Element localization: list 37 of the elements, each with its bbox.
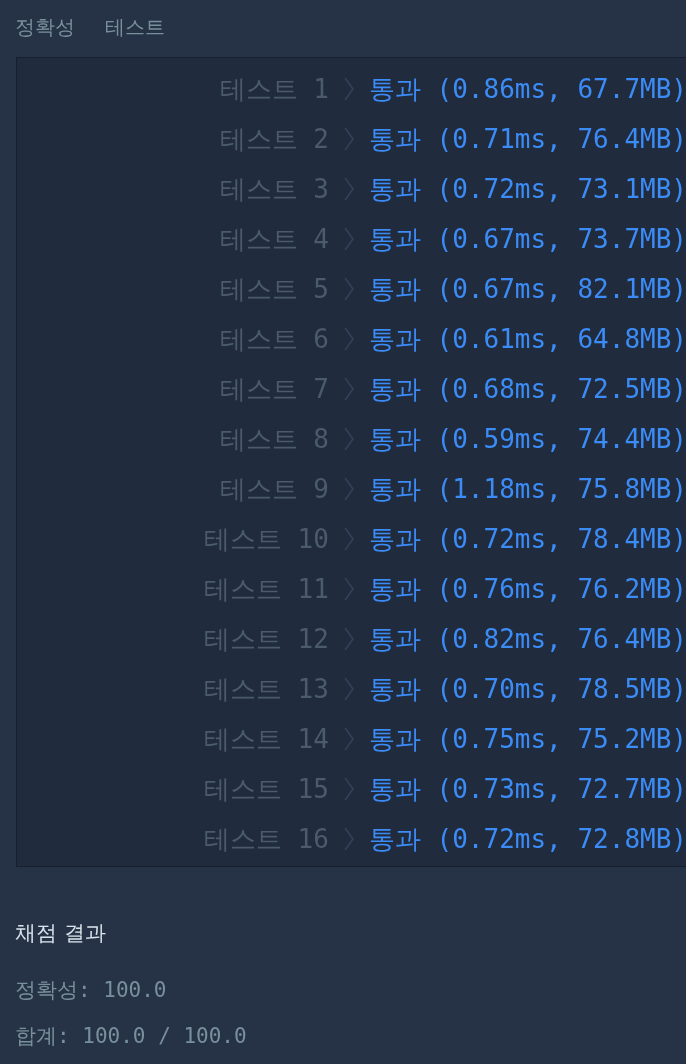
chevron-right-icon [342,226,355,252]
chevron-right-icon [342,326,355,352]
test-result: 통과 (0.71ms, 76.4MB) [368,122,686,156]
score-text: 정확성: 100.0 [15,977,168,1004]
chevron-right-icon [342,576,355,602]
chevron-right-icon [342,76,355,102]
test-result: 통과 (0.82ms, 76.4MB) [368,622,686,656]
chevron-right-icon [342,626,355,652]
chevron-right-icon [342,526,355,552]
test-result: 통과 (0.67ms, 82.1MB) [368,272,686,306]
summary-title: 채점 결과 [15,920,107,947]
test-result: 통과 (0.59ms, 74.4MB) [368,422,686,456]
chevron-right-icon [342,776,355,802]
test-result: 통과 (0.86ms, 67.7MB) [368,72,686,106]
test-result: 통과 (0.72ms, 72.8MB) [368,822,686,856]
chevron-right-icon [342,426,355,452]
test-result: 통과 (0.73ms, 72.7MB) [368,772,686,806]
test-result: 통과 (0.61ms, 64.8MB) [368,322,686,356]
chevron-right-icon [342,476,355,502]
test-result: 통과 (0.68ms, 72.5MB) [368,372,686,406]
score-text: 합계: 100.0 / 100.0 [15,1023,248,1050]
chevron-right-icon [342,176,355,202]
chevron-right-icon [342,726,355,752]
test-result: 통과 (0.76ms, 76.2MB) [368,572,686,606]
test-result: 통과 (0.67ms, 73.7MB) [368,222,686,256]
chevron-right-icon [342,676,355,702]
test-result: 통과 (0.72ms, 78.4MB) [368,522,686,556]
section-heading: 테스트 [105,13,165,41]
section-heading: 정확성 [15,13,75,41]
test-result: 통과 (0.75ms, 75.2MB) [368,722,686,756]
chevron-right-icon [342,376,355,402]
test-result: 통과 (1.18ms, 75.8MB) [368,472,686,506]
chevron-right-icon [342,826,355,852]
test-result: 통과 (0.72ms, 73.1MB) [368,172,686,206]
chevron-right-icon [342,126,355,152]
test-result: 통과 (0.70ms, 78.5MB) [368,672,686,706]
chevron-right-icon [342,276,355,302]
